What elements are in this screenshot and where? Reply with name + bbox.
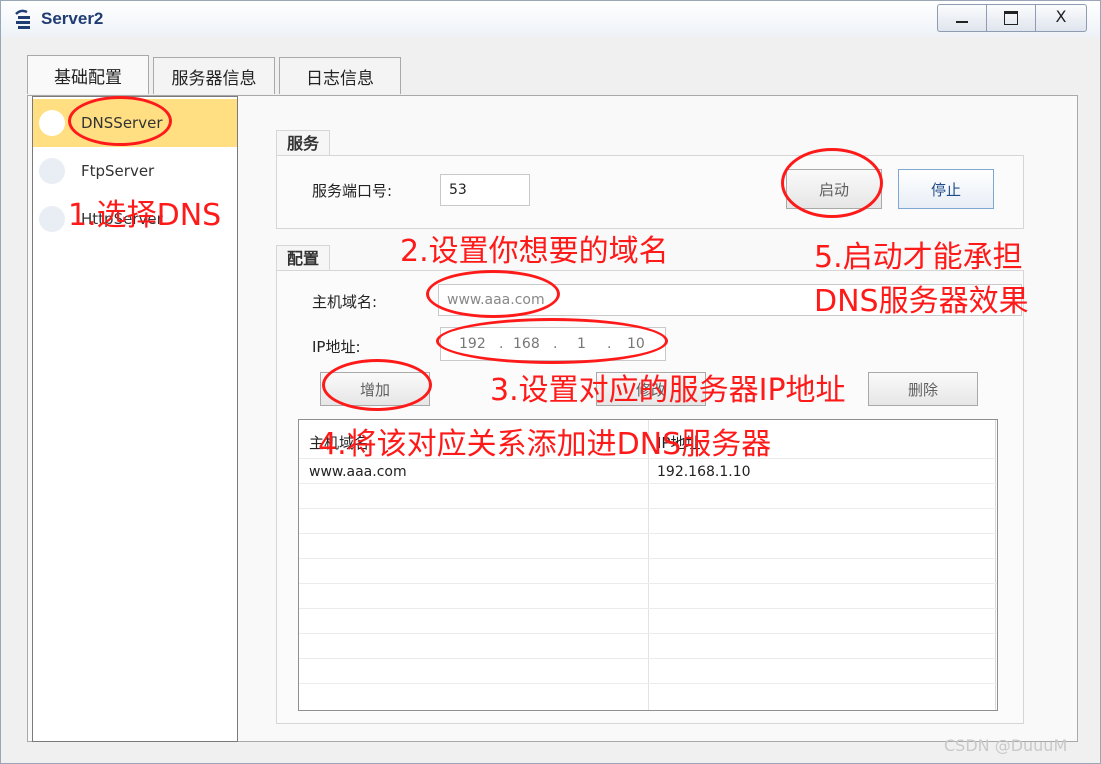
port-input[interactable]: 53 [440, 174, 530, 206]
annotation-step-5-line1: 5.启动才能承担 [814, 240, 1023, 275]
tab-log-info[interactable]: 日志信息 [279, 57, 401, 94]
port-label: 服务端口号: [312, 182, 393, 200]
stop-button[interactable]: 停止 [898, 169, 994, 209]
sidebar-item-label: FtpServer [81, 162, 155, 180]
server-status-icon [39, 110, 65, 136]
row-divider [299, 483, 997, 484]
server-app-icon [15, 9, 30, 29]
service-group-title: 服务 [276, 130, 331, 157]
window-controls: X [937, 4, 1087, 32]
tab-label: 日志信息 [306, 68, 374, 89]
watermark: CSDN @DuuuM [944, 736, 1068, 755]
delete-button[interactable]: 删除 [868, 372, 978, 406]
row-divider [299, 533, 997, 534]
annotation-step-3: 3.设置对应的服务器IP地址 [490, 373, 846, 408]
close-icon: X [1055, 7, 1067, 26]
minimize-icon [956, 21, 968, 23]
tab-server-info[interactable]: 服务器信息 [153, 57, 275, 94]
annotation-step-4: 4.将该对应关系添加进DNS服务器 [318, 427, 772, 462]
annotation-ring-ip [436, 318, 668, 364]
row-divider [299, 558, 997, 559]
server-status-icon [39, 158, 65, 184]
sidebar-item-ftpserver[interactable]: FtpServer [33, 147, 237, 195]
annotation-step-5-line2: DNS服务器效果 [814, 284, 1029, 319]
config-group-title: 配置 [276, 245, 331, 272]
column-divider [648, 420, 649, 710]
annotation-step-1: 1.选择DNS [68, 198, 222, 233]
row-divider [299, 658, 997, 659]
annotation-ring-domain [426, 270, 560, 318]
window-title: Server2 [41, 9, 104, 28]
row-divider [299, 683, 997, 684]
row-divider [299, 633, 997, 634]
annotation-ring-add [322, 359, 432, 411]
title-bar[interactable]: Server2 X [1, 1, 1100, 37]
tab-label: 基础配置 [54, 67, 122, 88]
close-button[interactable]: X [1035, 4, 1087, 32]
cell-ip: 192.168.1.10 [657, 464, 751, 480]
maximize-icon [1004, 11, 1018, 25]
maximize-button[interactable] [986, 4, 1035, 32]
tab-bar: 基础配置 服务器信息 日志信息 [27, 55, 405, 95]
annotation-step-2: 2.设置你想要的域名 [400, 234, 669, 269]
cell-domain: www.aaa.com [309, 464, 407, 480]
row-divider [299, 583, 997, 584]
column-divider [995, 420, 996, 710]
annotation-ring-dns [68, 96, 172, 146]
minimize-button[interactable] [937, 4, 986, 32]
row-divider [299, 608, 997, 609]
annotation-ring-start [781, 148, 883, 218]
host-domain-label: 主机域名: [312, 293, 378, 311]
row-divider [299, 508, 997, 509]
ip-address-label: IP地址: [312, 338, 361, 356]
tab-basic-config[interactable]: 基础配置 [27, 55, 149, 94]
tab-label: 服务器信息 [171, 68, 257, 89]
server-status-icon [39, 206, 65, 232]
